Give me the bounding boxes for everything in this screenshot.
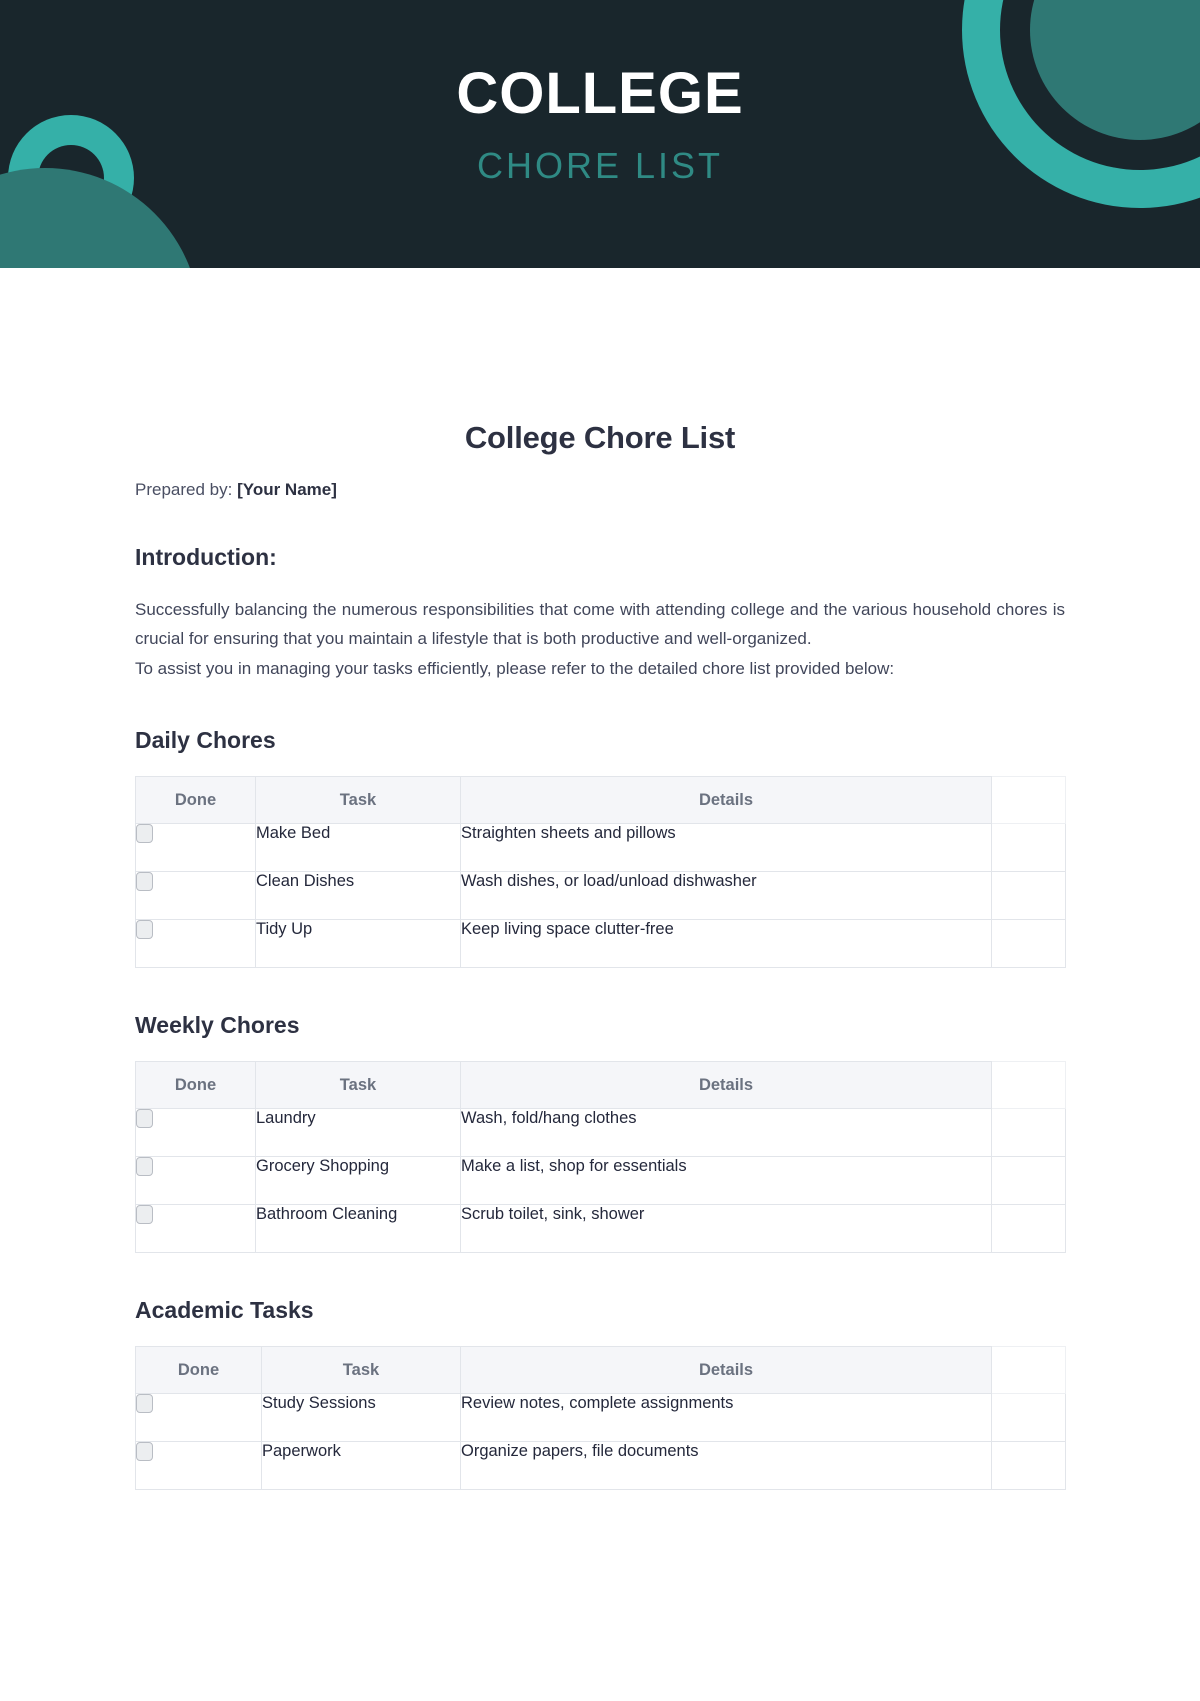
table-row: Grocery Shopping Make a list, shop for e… [135, 1156, 1066, 1206]
table-row: Laundry Wash, fold/hang clothes [135, 1108, 1066, 1158]
cell-details: Make a list, shop for essentials [460, 1156, 992, 1206]
column-header-spacer [991, 1061, 1066, 1110]
cell-task: Bathroom Cleaning [255, 1204, 461, 1254]
prepared-by-label: Prepared by: [135, 480, 233, 499]
cell-details: Straighten sheets and pillows [460, 823, 992, 873]
column-header-task: Task [255, 776, 461, 825]
done-checkbox[interactable] [136, 872, 153, 892]
cell-done [135, 1441, 262, 1491]
cell-task: Grocery Shopping [255, 1156, 461, 1206]
banner-title: COLLEGE [456, 61, 744, 126]
column-header-done: Done [135, 1346, 262, 1395]
table-row: Make Bed Straighten sheets and pillows [135, 823, 1066, 873]
column-header-details: Details [460, 1346, 992, 1395]
cell-spacer [991, 1393, 1066, 1443]
column-header-done: Done [135, 1061, 256, 1110]
cell-task: Laundry [255, 1108, 461, 1158]
cell-details: Organize papers, file documents [460, 1441, 992, 1491]
cell-details: Review notes, complete assignments [460, 1393, 992, 1443]
table-header-row: Done Task Details [135, 1061, 1066, 1110]
column-header-details: Details [460, 1061, 992, 1110]
daily-chores-heading: Daily Chores [135, 727, 276, 754]
column-header-task: Task [261, 1346, 461, 1395]
cell-done [135, 1156, 256, 1206]
table-header-row: Done Task Details [135, 776, 1066, 825]
cell-spacer [991, 919, 1066, 969]
cell-spacer [991, 823, 1066, 873]
table-row: Tidy Up Keep living space clutter-free [135, 919, 1066, 969]
cell-task: Tidy Up [255, 919, 461, 969]
table-row: Paperwork Organize papers, file document… [135, 1441, 1066, 1491]
table-row: Study Sessions Review notes, complete as… [135, 1393, 1066, 1443]
cell-details: Wash, fold/hang clothes [460, 1108, 992, 1158]
weekly-chores-heading: Weekly Chores [135, 1012, 300, 1039]
daily-chores-table: Done Task Details Make Bed Straighten sh… [135, 776, 1066, 969]
cell-spacer [991, 1204, 1066, 1254]
column-header-task: Task [255, 1061, 461, 1110]
table-header-row: Done Task Details [135, 1346, 1066, 1395]
cell-done [135, 823, 256, 873]
table-row: Clean Dishes Wash dishes, or load/unload… [135, 871, 1066, 921]
banner-subtitle: CHORE LIST [476, 144, 724, 186]
cell-task: Clean Dishes [255, 871, 461, 921]
banner-text-group: COLLEGE CHORE LIST [0, 0, 1200, 187]
done-checkbox[interactable] [136, 1109, 153, 1129]
done-checkbox[interactable] [136, 1157, 153, 1177]
cell-spacer [991, 1156, 1066, 1206]
academic-tasks-table: Done Task Details Study Sessions Review … [135, 1346, 1066, 1491]
done-checkbox[interactable] [136, 824, 153, 844]
column-header-spacer [991, 776, 1066, 825]
cell-details: Wash dishes, or load/unload dishwasher [460, 871, 992, 921]
page-header-banner: COLLEGE CHORE LIST [0, 0, 1200, 268]
table-row: Bathroom Cleaning Scrub toilet, sink, sh… [135, 1204, 1066, 1254]
done-checkbox[interactable] [136, 1205, 153, 1225]
column-header-spacer [991, 1346, 1066, 1395]
column-header-done: Done [135, 776, 256, 825]
cell-spacer [991, 1441, 1066, 1491]
introduction-paragraph-1: Successfully balancing the numerous resp… [135, 600, 1065, 649]
cell-done [135, 1108, 256, 1158]
cell-task: Study Sessions [261, 1393, 461, 1443]
cell-done [135, 1393, 262, 1443]
cell-spacer [991, 871, 1066, 921]
prepared-by-value[interactable]: [Your Name] [237, 480, 337, 499]
introduction-paragraph-2: To assist you in managing your tasks eff… [135, 658, 895, 678]
prepared-by-line: Prepared by: [Your Name] [135, 456, 1065, 500]
done-checkbox[interactable] [136, 1442, 153, 1462]
cell-details: Keep living space clutter-free [460, 919, 992, 969]
page-title: College Chore List [464, 420, 736, 455]
cell-task: Paperwork [261, 1441, 461, 1491]
done-checkbox[interactable] [136, 920, 153, 940]
column-header-details: Details [460, 776, 992, 825]
weekly-chores-table: Done Task Details Laundry Wash, fold/han… [135, 1061, 1066, 1254]
cell-details: Scrub toilet, sink, shower [460, 1204, 992, 1254]
cell-done [135, 919, 256, 969]
document-body: College Chore List Prepared by: [Your Na… [135, 268, 1066, 1491]
cell-done [135, 871, 256, 921]
academic-tasks-heading: Academic Tasks [135, 1297, 314, 1324]
cell-done [135, 1204, 256, 1254]
introduction-heading: Introduction: [135, 544, 277, 570]
cell-task: Make Bed [255, 823, 461, 873]
done-checkbox[interactable] [136, 1394, 153, 1414]
cell-spacer [991, 1108, 1066, 1158]
